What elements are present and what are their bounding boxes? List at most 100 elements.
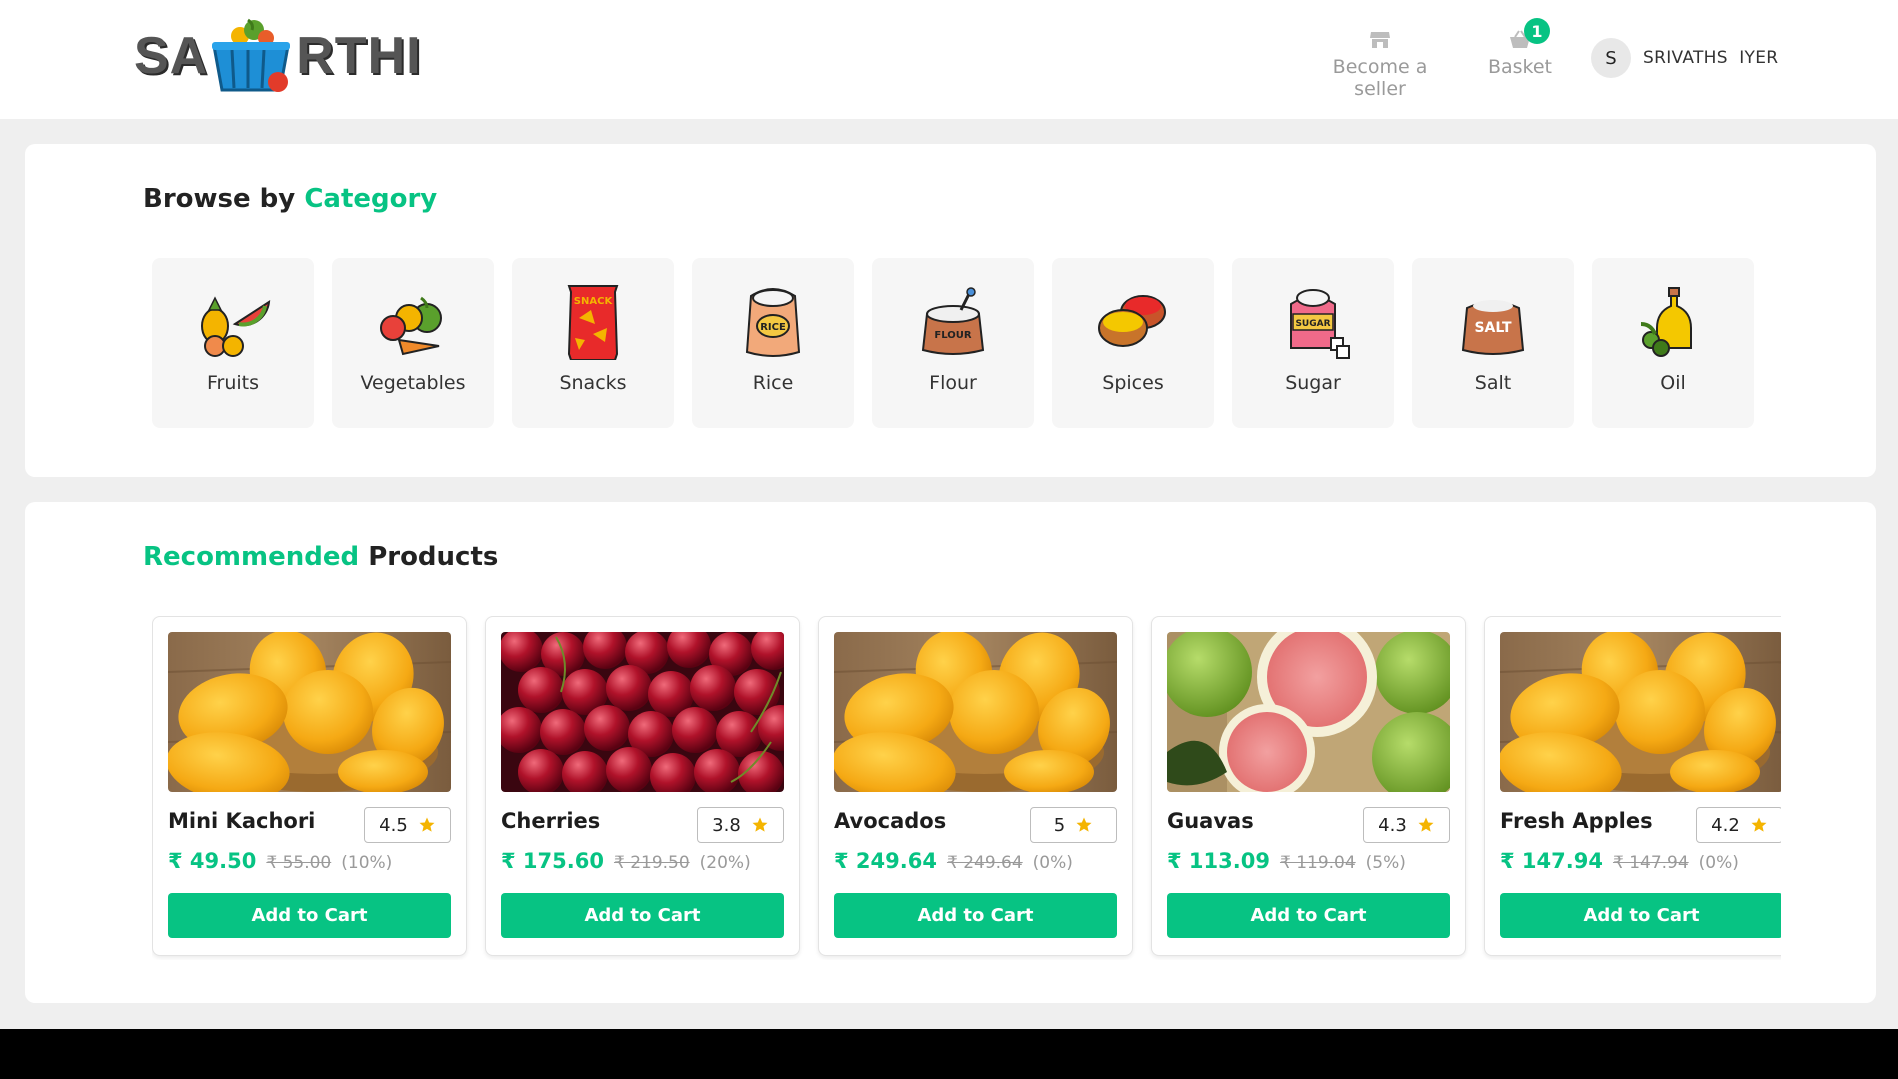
salt-icon-text: SALT bbox=[1474, 320, 1512, 336]
product-mrp: ₹ 119.04 bbox=[1279, 853, 1356, 873]
basket-logo-icon bbox=[212, 18, 291, 92]
become-seller-link[interactable]: Become a seller bbox=[1305, 30, 1455, 100]
category-section: Browse by Category Fruits Vegetables SNA… bbox=[25, 144, 1876, 477]
product-name[interactable]: Cherries bbox=[501, 809, 600, 833]
product-image[interactable] bbox=[501, 632, 784, 792]
category-flour[interactable]: FLOUR Flour bbox=[872, 258, 1034, 428]
basket-label: Basket bbox=[1487, 56, 1553, 78]
add-to-cart-button[interactable]: Add to Cart bbox=[1500, 893, 1781, 938]
add-to-cart-button[interactable]: Add to Cart bbox=[501, 893, 784, 938]
price-row: ₹ 175.60 ₹ 219.50 (20%) bbox=[501, 849, 751, 873]
become-seller-label: Become a seller bbox=[1332, 56, 1428, 100]
rating-badge: 5 bbox=[1030, 807, 1117, 843]
add-to-cart-button[interactable]: Add to Cart bbox=[834, 893, 1117, 938]
category-vegetables[interactable]: Vegetables bbox=[332, 258, 494, 428]
flour-icon: FLOUR bbox=[921, 287, 985, 355]
rating-value: 3.8 bbox=[712, 814, 741, 836]
product-mrp: ₹ 55.00 bbox=[266, 853, 332, 873]
product-card[interactable]: Fresh Apples 4.2 ₹ 147.94 ₹ 147.94 (0%) … bbox=[1484, 616, 1781, 956]
logo-text-left: SA bbox=[134, 27, 209, 85]
user-name: SRIVATHS IYER bbox=[1643, 48, 1779, 68]
product-image[interactable] bbox=[168, 632, 451, 792]
star-icon bbox=[1417, 816, 1435, 834]
rice-icon-text: RICE bbox=[760, 322, 786, 333]
category-fruits[interactable]: Fruits bbox=[152, 258, 314, 428]
avatar: S bbox=[1591, 38, 1631, 78]
recommended-section: Recommended Products Mini Kachori 4.5 ₹ … bbox=[25, 502, 1876, 1003]
snacks-icon: SNACK bbox=[567, 285, 619, 360]
product-discount: (20%) bbox=[699, 853, 751, 873]
star-icon bbox=[418, 816, 436, 834]
basket-count-badge: 1 bbox=[1524, 18, 1550, 44]
category-label: Spices bbox=[1102, 372, 1164, 394]
category-section-title: Browse by Category bbox=[143, 184, 437, 214]
category-sugar[interactable]: SUGAR Sugar bbox=[1232, 258, 1394, 428]
product-image[interactable] bbox=[1500, 632, 1781, 792]
logo-text-right: RTHI bbox=[296, 27, 422, 85]
rating-badge: 4.2 bbox=[1696, 807, 1781, 843]
user-menu[interactable]: S SRIVATHS IYER bbox=[1591, 38, 1778, 78]
add-to-cart-button[interactable]: Add to Cart bbox=[1167, 893, 1450, 938]
product-carousel[interactable]: Mini Kachori 4.5 ₹ 49.50 ₹ 55.00 (10%) A… bbox=[152, 616, 1781, 960]
product-list: Mini Kachori 4.5 ₹ 49.50 ₹ 55.00 (10%) A… bbox=[152, 616, 1781, 956]
add-to-cart-button[interactable]: Add to Cart bbox=[168, 893, 451, 938]
price-row: ₹ 49.50 ₹ 55.00 (10%) bbox=[168, 849, 392, 873]
product-image[interactable] bbox=[834, 632, 1117, 792]
rating-badge: 4.3 bbox=[1363, 807, 1450, 843]
product-discount: (0%) bbox=[1698, 853, 1739, 873]
rating-value: 5 bbox=[1053, 814, 1066, 836]
star-icon bbox=[751, 816, 769, 834]
store-icon bbox=[1370, 32, 1390, 48]
product-card[interactable]: Mini Kachori 4.5 ₹ 49.50 ₹ 55.00 (10%) A… bbox=[152, 616, 467, 956]
category-rice[interactable]: RICE Rice bbox=[692, 258, 854, 428]
recommended-title-highlight: Recommended bbox=[143, 542, 360, 572]
star-icon bbox=[1750, 816, 1768, 834]
product-name[interactable]: Mini Kachori bbox=[168, 809, 315, 833]
category-title-prefix: Browse by bbox=[143, 184, 296, 214]
rating-value: 4.2 bbox=[1711, 814, 1740, 836]
product-mrp: ₹ 219.50 bbox=[613, 853, 690, 873]
product-price: ₹ 49.50 bbox=[168, 849, 257, 873]
sugar-icon: SUGAR bbox=[1290, 289, 1350, 359]
spices-icon bbox=[1098, 295, 1166, 347]
flour-icon-text: FLOUR bbox=[934, 330, 971, 341]
product-price: ₹ 113.09 bbox=[1167, 849, 1270, 873]
category-label: Oil bbox=[1660, 372, 1686, 394]
product-card[interactable]: Guavas 4.3 ₹ 113.09 ₹ 119.04 (5%) Add to… bbox=[1151, 616, 1466, 956]
product-image[interactable] bbox=[1167, 632, 1450, 792]
product-mrp: ₹ 249.64 bbox=[946, 853, 1023, 873]
product-name[interactable]: Avocados bbox=[834, 809, 946, 833]
category-snacks[interactable]: SNACK Snacks bbox=[512, 258, 674, 428]
oil-icon bbox=[1640, 287, 1692, 357]
rating-value: 4.3 bbox=[1378, 814, 1407, 836]
product-card[interactable]: Avocados 5 ₹ 249.64 ₹ 249.64 (0%) Add to… bbox=[818, 616, 1133, 956]
category-label: Flour bbox=[929, 372, 977, 394]
product-price: ₹ 175.60 bbox=[501, 849, 604, 873]
category-title-highlight: Category bbox=[304, 184, 438, 214]
bottom-bar bbox=[0, 1029, 1898, 1079]
product-card[interactable]: Cherries 3.8 ₹ 175.60 ₹ 219.50 (20%) Add… bbox=[485, 616, 800, 956]
category-label: Rice bbox=[752, 372, 794, 394]
product-discount: (0%) bbox=[1032, 853, 1073, 873]
product-discount: (5%) bbox=[1365, 853, 1406, 873]
category-label: Snacks bbox=[559, 372, 627, 394]
price-row: ₹ 113.09 ₹ 119.04 (5%) bbox=[1167, 849, 1406, 873]
product-name[interactable]: Guavas bbox=[1167, 809, 1254, 833]
snack-icon-text: SNACK bbox=[574, 296, 614, 307]
rice-icon: RICE bbox=[745, 288, 801, 357]
category-salt[interactable]: SALT Salt bbox=[1412, 258, 1574, 428]
category-oil[interactable]: Oil bbox=[1592, 258, 1754, 428]
product-price: ₹ 147.94 bbox=[1500, 849, 1603, 873]
vegetables-icon bbox=[380, 296, 442, 356]
category-label: Sugar bbox=[1285, 372, 1341, 394]
category-label: Vegetables bbox=[360, 372, 466, 394]
product-name[interactable]: Fresh Apples bbox=[1500, 809, 1653, 833]
star-icon bbox=[1075, 816, 1093, 834]
product-discount: (10%) bbox=[341, 853, 393, 873]
brand-logo[interactable]: SA RTHI bbox=[134, 18, 422, 94]
rating-value: 4.5 bbox=[379, 814, 408, 836]
category-label: Fruits bbox=[206, 372, 260, 394]
basket-link[interactable]: 1 Basket bbox=[1480, 18, 1560, 78]
fruits-icon bbox=[201, 296, 271, 357]
category-spices[interactable]: Spices bbox=[1052, 258, 1214, 428]
